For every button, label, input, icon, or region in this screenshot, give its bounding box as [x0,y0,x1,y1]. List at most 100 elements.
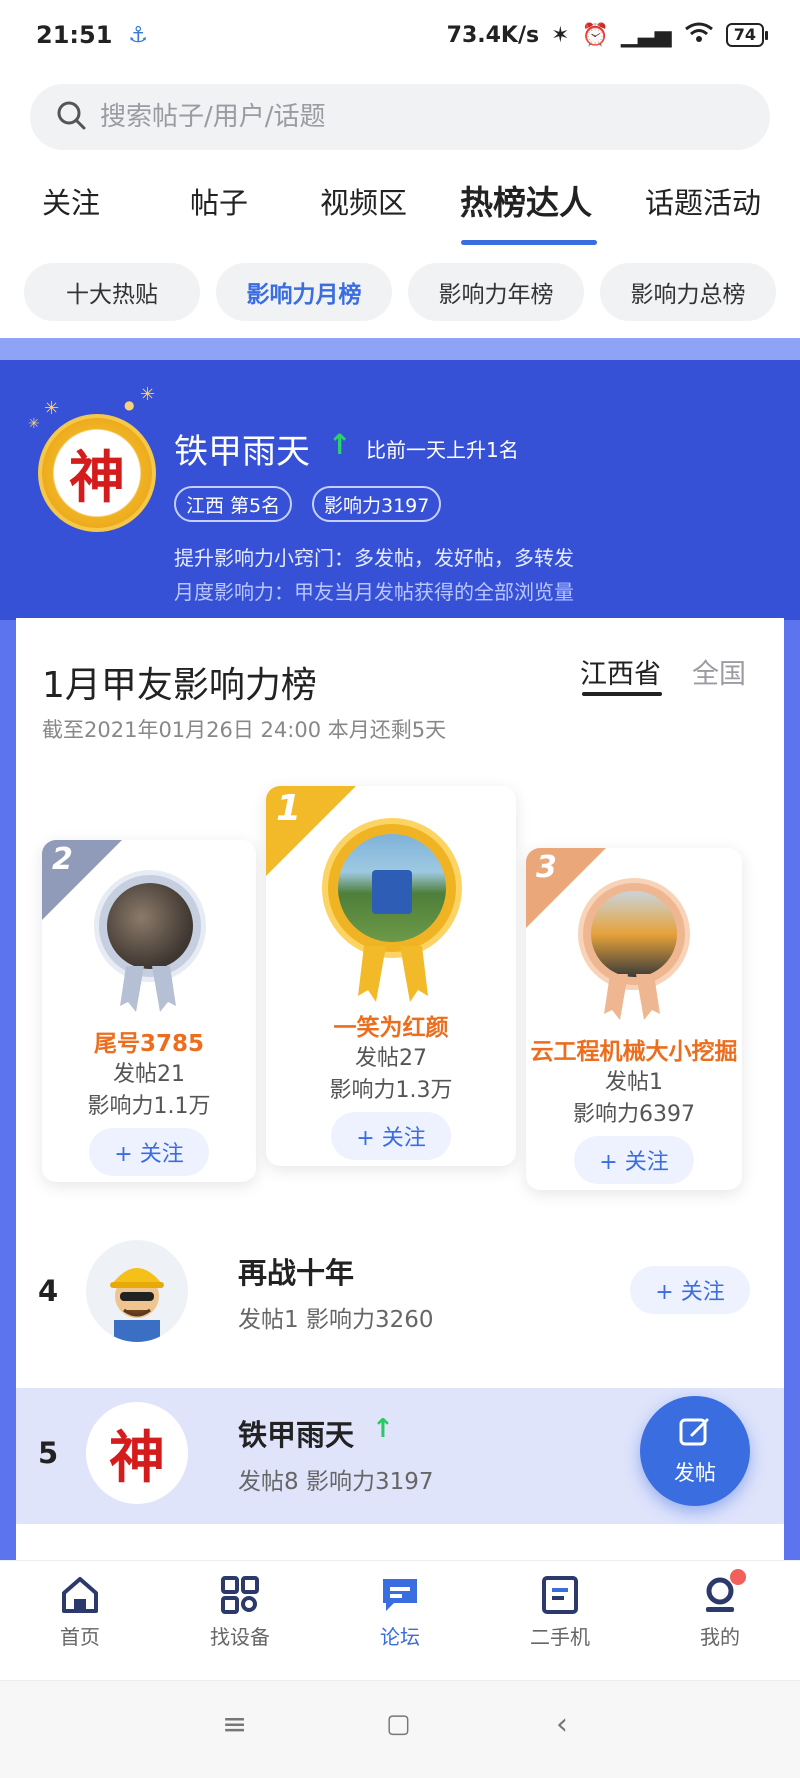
forum-chat-icon [380,1575,420,1615]
tab-underline [461,240,597,245]
tab-posts[interactable]: 帖子 [190,180,248,222]
region-underline [582,692,662,696]
rank-up-arrow-icon: ↑ [328,428,352,461]
influence-definition: 月度影响力：甲友当月发帖获得的全部浏览量 [174,580,574,604]
nav-forum-label: 论坛 [380,1625,420,1649]
grid-search-icon [220,1575,260,1615]
podium-card-third[interactable]: 3 云工程机械大小挖掘 发帖1 影响力6397 + 关注 [526,848,742,1190]
nav-forum[interactable]: 论坛 [340,1575,460,1650]
region-tab-province[interactable]: 江西省 [580,652,661,691]
podium-posts: 发帖21 [113,1062,185,1087]
row-rank: 4 [38,1274,59,1308]
user-avatar [338,834,446,942]
silver-ribbon [120,966,176,1012]
my-name: 铁甲雨天 [174,432,310,472]
influence-tip: 提升影响力小窍门：多发帖，发好帖，多转发 [174,546,574,570]
bottom-nav: 首页 找设备 论坛 二手机 我的 [0,1560,800,1680]
search-input[interactable] [100,102,700,132]
podium-name: 云工程机械大小挖掘 [530,1039,738,1065]
bluetooth-icon: ✶ [551,22,570,48]
podium-influence: 影响力1.1万 [87,1094,211,1119]
row-name: 铁甲雨天 [238,1418,355,1452]
row-avatar: 神 [86,1402,188,1504]
chip-top-ten[interactable]: 十大热贴 [24,263,200,321]
nav-home-label: 首页 [60,1625,100,1649]
status-bar: 21:51 ⚓ 73.4K/s ✶ ⏰ ▁▃▅ 74 [0,0,800,70]
sparkle-icon: ✳ [28,416,40,432]
nav-profile[interactable]: 我的 [660,1569,780,1650]
network-speed: 73.4K/s [446,22,540,48]
notification-dot [730,1569,746,1585]
nav-find-equipment[interactable]: 找设备 [180,1575,300,1650]
gold-medal [322,818,462,958]
notification-icon: ⚓ [128,22,149,48]
chip-monthly[interactable]: 影响力月榜 [216,263,392,321]
rank-row[interactable]: 4 再战十年 发帖1 影响力3260 + 关注 [16,1226,784,1356]
search-icon [56,100,86,134]
tab-hot-experts[interactable]: 热榜达人 [460,176,592,224]
back-icon[interactable]: ‹ [556,1707,568,1742]
edit-icon [678,1415,712,1453]
avatar-char: 神 [69,444,125,511]
board-side-right [784,620,800,1560]
rank-change-text: 比前一天上升1名 [366,438,519,462]
new-post-label: 发帖 [674,1461,716,1485]
banner-strip [0,338,800,360]
tab-topics[interactable]: 话题活动 [645,180,761,222]
board-title: 1月甲友影响力榜 [42,665,317,706]
signal-icon: ▁▃▅ [620,22,672,48]
user-avatar [591,891,677,977]
nav-used-machines[interactable]: 二手机 [500,1575,620,1650]
rank-number: 3 [536,850,557,885]
podium-card-second[interactable]: 2 尾号3785 发帖21 影响力1.1万 + 关注 [42,840,256,1182]
sparkle-icon: ✳ [140,384,156,405]
region-rank-badge: 江西 第5名 [174,486,293,522]
new-post-button[interactable]: 发帖 [640,1396,750,1506]
nav-home[interactable]: 首页 [20,1575,140,1650]
follow-button[interactable]: + 关注 [89,1128,209,1176]
status-right: 73.4K/s ✶ ⏰ ▁▃▅ 74 [446,21,769,49]
bronze-ribbon [604,974,660,1020]
influence-badge: 影响力3197 [312,486,442,522]
nav-used-machines-label: 二手机 [530,1625,590,1649]
board-subtitle: 截至2021年01月26日 24:00 本月还剩5天 [42,718,447,742]
podium-posts: 发帖1 [605,1070,663,1095]
status-time: 21:51 [36,21,113,49]
avatar-char: 神 [109,1424,165,1491]
alarm-icon: ⏰ [581,22,609,48]
row-stats: 发帖8 影响力3197 [238,1469,434,1495]
tab-video[interactable]: 视频区 [320,180,407,222]
tab-following[interactable]: 关注 [42,180,100,222]
follow-button[interactable]: + 关注 [331,1112,451,1160]
nav-find-equipment-label: 找设备 [210,1625,270,1649]
podium-influence: 影响力1.3万 [329,1078,453,1103]
podium-card-first[interactable]: 1 一笑为红颜 发帖27 影响力1.3万 + 关注 [266,786,516,1166]
gold-ribbon [358,946,428,1002]
row-stats: 发帖1 影响力3260 [238,1307,434,1333]
top-tabs: 关注 帖子 视频区 热榜达人 话题活动 [0,170,800,250]
ranking-chips: 十大热贴 影响力月榜 影响力年榜 影响力总榜 [0,263,800,323]
document-icon [540,1575,580,1615]
wifi-icon [684,21,714,49]
sparkle-icon: ● [124,398,135,412]
rank-number: 2 [52,842,73,877]
chip-yearly[interactable]: 影响力年榜 [408,263,584,321]
home-square-icon[interactable]: ▢ [386,1709,411,1739]
sparkle-icon: ✳ [44,398,60,419]
row-rank: 5 [38,1436,59,1470]
profile-icon [700,1569,746,1615]
home-icon [60,1575,100,1615]
podium-posts: 发帖27 [355,1046,427,1071]
system-nav-bar: ≡ ▢ ‹ [0,1680,800,1778]
podium-name: 一笑为红颜 [333,1015,449,1041]
podium-name: 尾号3785 [93,1031,204,1057]
my-avatar[interactable]: 神 [38,414,156,532]
follow-button[interactable]: + 关注 [574,1136,694,1184]
region-tab-national[interactable]: 全国 [692,652,746,691]
board-side-left [0,620,16,1560]
search-bar[interactable] [30,84,770,150]
follow-button[interactable]: + 关注 [630,1266,750,1314]
chip-total[interactable]: 影响力总榜 [600,263,776,321]
battery-icon: 74 [725,23,769,47]
menu-icon[interactable]: ≡ [222,1707,247,1742]
